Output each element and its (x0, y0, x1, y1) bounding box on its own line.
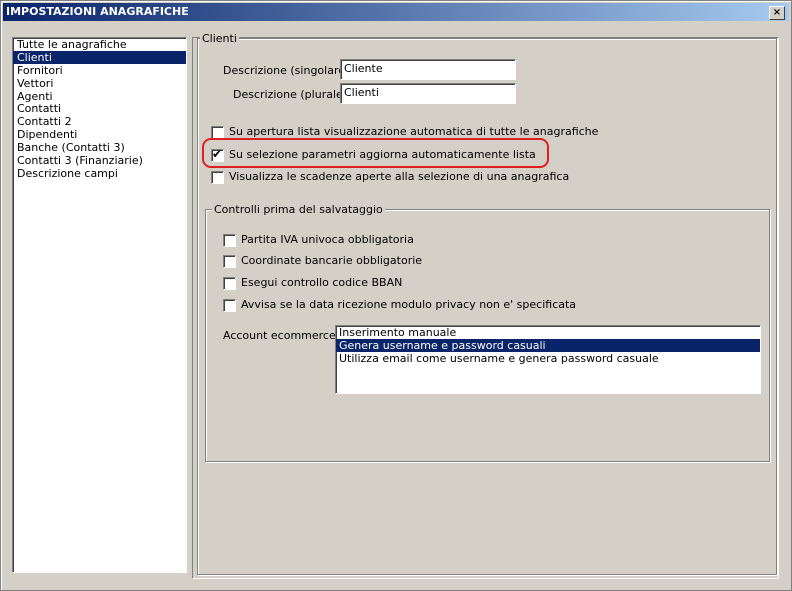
bban-checkbox[interactable] (223, 277, 236, 290)
ecommerce-listbox[interactable]: Inserimento manuale Genera username e pa… (335, 325, 761, 394)
desc-plurale-label: Descrizione (plurale) : (233, 88, 355, 101)
clienti-group-title: Clienti (200, 32, 239, 45)
privacy-label: Avvisa se la data ricezione modulo priva… (241, 298, 577, 311)
close-button[interactable]: × (769, 6, 785, 20)
bban-label: Esegui controllo codice BBAN (241, 276, 403, 289)
sidebar-item-contatti-2[interactable]: Contatti 2 (13, 115, 186, 128)
category-list[interactable]: Tutte le anagrafiche Clienti Fornitori V… (12, 37, 187, 573)
sidebar-item-contatti-3[interactable]: Contatti 3 (Finanziarie) (13, 154, 186, 167)
desc-singolare-field[interactable]: Cliente (340, 59, 516, 80)
ecommerce-option-manuale[interactable]: Inserimento manuale (336, 326, 760, 339)
partita-iva-checkbox[interactable] (223, 234, 236, 247)
coordinate-bancarie-checkbox[interactable] (223, 255, 236, 268)
sidebar-item-fornitori[interactable]: Fornitori (13, 64, 186, 77)
ecommerce-option-email[interactable]: Utilizza email come username e genera pa… (336, 352, 760, 365)
sidebar-item-vettori[interactable]: Vettori (13, 77, 186, 90)
sidebar-item-contatti[interactable]: Contatti (13, 102, 186, 116)
sidebar-item-tutte[interactable]: Tutte le anagrafiche (13, 38, 186, 51)
title-bar: IMPOSTAZIONI ANAGRAFICHE × (3, 3, 789, 21)
privacy-checkbox[interactable] (223, 299, 236, 312)
desc-plurale-field[interactable]: Clienti (340, 83, 516, 104)
settings-window: IMPOSTAZIONI ANAGRAFICHE × Tutte le anag… (0, 0, 792, 591)
ecommerce-option-casuali[interactable]: Genera username e password casuali (336, 339, 760, 352)
partita-iva-label: Partita IVA univoca obbligatoria (241, 233, 414, 246)
show-deadlines-label: Visualizza le scadenze aperte alla selez… (229, 170, 570, 183)
show-deadlines-checkbox[interactable] (211, 171, 224, 184)
desc-singolare-label: Descrizione (singolare) : (223, 64, 357, 77)
auto-list-label: Su apertura lista visualizzazione automa… (229, 125, 599, 138)
sidebar-item-banche[interactable]: Banche (Contatti 3) (13, 141, 186, 154)
sidebar-item-clienti[interactable]: Clienti (13, 50, 186, 64)
sidebar-item-descrizione-campi[interactable]: Descrizione campi (13, 167, 186, 180)
window-title: IMPOSTAZIONI ANAGRAFICHE (6, 5, 189, 18)
highlight-annotation (202, 138, 549, 168)
ecommerce-label: Account ecommerce : (223, 329, 343, 342)
controlli-group-title: Controlli prima del salvataggio (212, 203, 385, 216)
coordinate-bancarie-label: Coordinate bancarie obbligatorie (241, 254, 423, 267)
sidebar-item-dipendenti[interactable]: Dipendenti (13, 128, 186, 141)
sidebar-item-agenti[interactable]: Agenti (13, 90, 186, 103)
